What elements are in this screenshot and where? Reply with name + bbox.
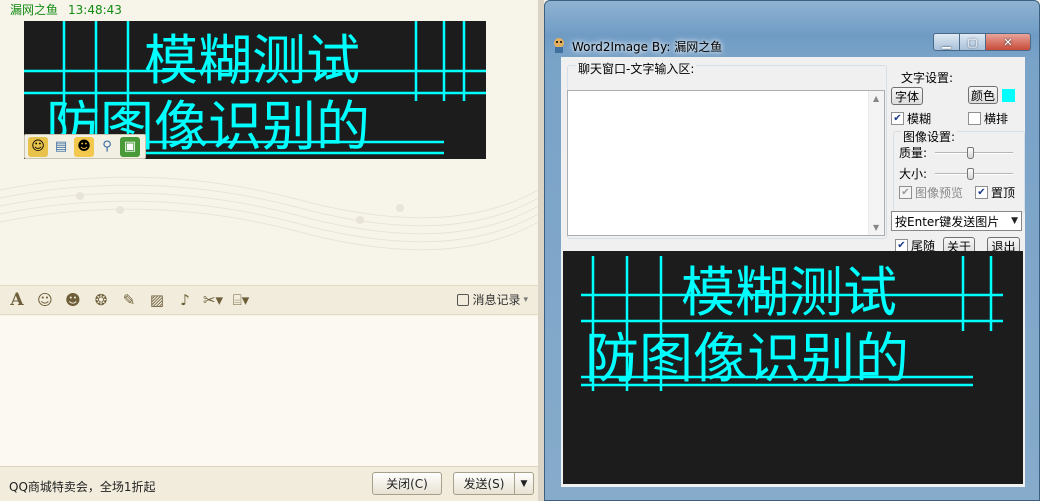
size-slider-thumb[interactable] bbox=[967, 168, 974, 180]
image-text-line1: 模糊测试 bbox=[144, 29, 360, 92]
size-slider[interactable] bbox=[935, 168, 1013, 180]
bottom-bar: QQ商城特卖会，全场1折起 关闭(C) 发送(S) ▼ bbox=[0, 466, 538, 501]
quality-slider[interactable] bbox=[935, 147, 1013, 159]
chevron-down-icon: ▾ bbox=[523, 294, 528, 305]
blur-label: 模糊 bbox=[907, 112, 932, 126]
horizontal-label: 横排 bbox=[984, 112, 1009, 126]
send-image-icon[interactable]: ▣ bbox=[120, 136, 140, 157]
send-mode-select[interactable]: 按Enter键发送图片 ▼ bbox=[891, 211, 1022, 231]
close-window-button[interactable]: ✕ bbox=[986, 33, 1031, 51]
window-title: Word2Image By: 漏网之鱼 bbox=[572, 40, 723, 54]
magic-face-icon[interactable]: ❂ bbox=[90, 289, 112, 311]
quality-label: 质量: bbox=[899, 146, 928, 160]
size-label: 大小: bbox=[899, 167, 928, 181]
font-icon[interactable]: A bbox=[6, 289, 28, 311]
quality-slider-thumb[interactable] bbox=[967, 147, 974, 159]
send-options-button[interactable]: ▼ bbox=[514, 472, 534, 495]
image-settings-label: 图像设置: bbox=[901, 128, 958, 145]
always-on-top-checkbox[interactable]: ✔ 置顶 bbox=[975, 184, 1015, 201]
image-icon[interactable]: ▨ bbox=[146, 289, 168, 311]
maximize-button[interactable]: ▢ bbox=[960, 33, 986, 51]
send-button[interactable]: 发送(S) bbox=[453, 472, 515, 495]
font-button[interactable]: 字体 bbox=[891, 87, 923, 105]
music-icon[interactable]: ♪ bbox=[174, 289, 196, 311]
chevron-down-icon: ▼ bbox=[1011, 216, 1018, 226]
horizontal-checkbox[interactable]: 横排 bbox=[968, 110, 1008, 127]
color-swatch bbox=[1002, 89, 1015, 102]
quality-slider-track bbox=[935, 152, 1013, 154]
promo-link[interactable]: QQ商城特卖会，全场1折起 bbox=[9, 478, 156, 495]
text-input-area[interactable]: ▲ ▼ bbox=[567, 90, 885, 236]
scrollbar[interactable]: ▲ ▼ bbox=[868, 91, 884, 235]
size-slider-track bbox=[935, 173, 1013, 175]
message-time: 13:48:43 bbox=[68, 3, 122, 17]
history-label: 消息记录 bbox=[472, 293, 521, 307]
preview-check-box: ✔ bbox=[899, 186, 912, 199]
scroll-down-icon[interactable]: ▼ bbox=[873, 223, 879, 232]
qq-chat-window: 漏网之鱼 13:48:43 模糊测试 防图像识别的 ☺ ▤ ☻ ⚲ ▣ A ☺ ☻… bbox=[0, 0, 538, 501]
window-controls: ▁ ▢ ✕ bbox=[933, 33, 1031, 51]
image-preview: 模糊测试 防图像识别的 bbox=[563, 251, 1023, 484]
blur-checkbox[interactable]: ✔ 模糊 bbox=[891, 110, 931, 127]
color-button[interactable]: 颜色 bbox=[968, 86, 998, 104]
smiley-icon[interactable]: ☻ bbox=[74, 136, 94, 157]
emoji-icon[interactable]: ☺ bbox=[34, 289, 56, 311]
image-hover-toolbar: ☺ ▤ ☻ ⚲ ▣ bbox=[24, 134, 146, 159]
scissors-icon[interactable]: ✂▾ bbox=[202, 289, 224, 311]
minimize-button[interactable]: ▁ bbox=[933, 33, 960, 51]
chat-toolbar: A ☺ ☻ ❂ ✎ ▨ ♪ ✂▾ ⌸▾ 消息记录 ▾ bbox=[0, 285, 538, 315]
preview-label: 图像预览 bbox=[915, 186, 964, 200]
preview-checkbox: ✔ 图像预览 bbox=[899, 184, 963, 201]
app-icon bbox=[554, 38, 564, 53]
close-button[interactable]: 关闭(C) bbox=[372, 472, 442, 495]
message-input[interactable] bbox=[0, 316, 538, 466]
background-music-staff bbox=[0, 176, 538, 251]
preview-graphic: 模糊测试 防图像识别的 bbox=[581, 256, 1003, 391]
sender-name: 漏网之鱼 bbox=[10, 3, 59, 17]
save-icon[interactable]: ▤ bbox=[51, 137, 71, 157]
input-group-label: 聊天窗口-文字输入区: bbox=[576, 60, 697, 77]
history-button[interactable]: 消息记录 ▾ bbox=[457, 291, 528, 308]
face-icon[interactable]: ☻ bbox=[62, 289, 84, 311]
edit-icon[interactable]: ✎ bbox=[118, 289, 140, 311]
horizontal-check-box[interactable] bbox=[968, 112, 981, 125]
history-icon bbox=[457, 293, 470, 306]
window-client-area: 聊天窗口-文字输入区: ▲ ▼ 文字设置: 字体 颜色 ✔ 模糊 横排 图像设置:… bbox=[561, 57, 1025, 487]
top-label: 置顶 bbox=[991, 186, 1016, 200]
preview-text-line1: 模糊测试 bbox=[681, 261, 897, 324]
blur-check-box[interactable]: ✔ bbox=[891, 112, 904, 125]
scroll-up-icon[interactable]: ▲ bbox=[873, 94, 879, 103]
send-mode-value: 按Enter键发送图片 bbox=[895, 214, 1000, 229]
word2image-window: Word2Image By: 漏网之鱼 ▁ ▢ ✕ 聊天窗口-文字输入区: ▲ … bbox=[544, 0, 1040, 501]
preview-text-line2: 防图像识别的 bbox=[585, 327, 909, 390]
toolbox-icon[interactable]: ⌸▾ bbox=[230, 289, 252, 311]
text-settings-label: 文字设置: bbox=[901, 71, 954, 85]
emoticon-add-icon[interactable]: ☺ bbox=[28, 136, 48, 157]
message-header: 漏网之鱼 13:48:43 bbox=[10, 2, 132, 18]
magnifier-icon[interactable]: ⚲ bbox=[97, 137, 117, 157]
top-check-box[interactable]: ✔ bbox=[975, 186, 988, 199]
